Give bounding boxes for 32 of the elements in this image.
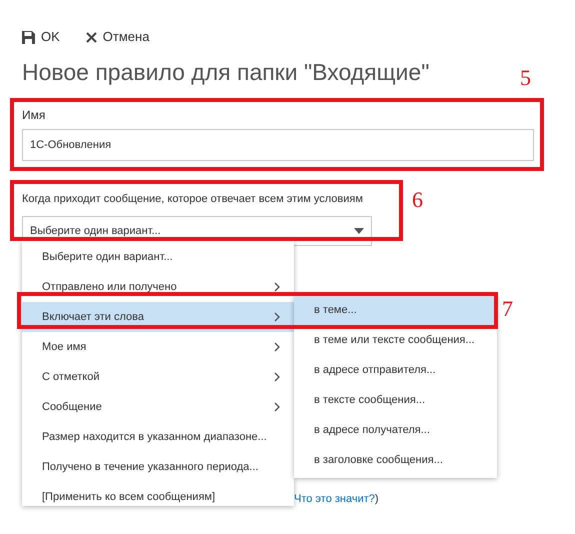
field-label: Когда приходит сообщение, которое отвечает всем этим условиям <box>22 192 363 206</box>
submenu-item[interactable]: в заголовке сообщения... <box>294 445 497 475</box>
menu-item[interactable]: Сообщение <box>22 392 294 422</box>
chevron-right-icon <box>274 402 280 412</box>
ok-button[interactable]: OK <box>22 28 60 46</box>
submenu-item[interactable]: в теме... <box>294 295 497 325</box>
cancel-button[interactable]: Отмена <box>86 28 150 46</box>
chevron-right-icon <box>274 312 280 322</box>
caret-icon <box>354 228 364 234</box>
annotation-number: 6 <box>412 188 423 212</box>
annotation-number: 7 <box>502 297 513 321</box>
chevron-right-icon <box>274 372 280 382</box>
close-icon <box>86 32 97 42</box>
save-icon <box>22 30 35 44</box>
menu-item[interactable]: Получено в течение указанного периода... <box>22 452 294 482</box>
help-link[interactable]: Что это значит? <box>294 491 375 508</box>
page-title: Новое правило для папки "Входящие" <box>22 58 430 86</box>
menu-item[interactable]: Размер находится в указанном диапазоне... <box>22 422 294 452</box>
menu-item[interactable]: Мое имя <box>22 332 294 362</box>
field-label: Имя <box>22 107 46 123</box>
chevron-right-icon <box>274 342 280 352</box>
submenu-item[interactable]: в тексте сообщения... <box>294 385 497 415</box>
chevron-right-icon <box>274 282 280 292</box>
annotation-number: 5 <box>520 66 531 90</box>
menu-item[interactable]: [Применить ко всем сообщениям] <box>22 482 294 512</box>
name-field[interactable]: 1С-Обновления <box>22 129 534 161</box>
menu-item[interactable]: Отправлено или получено <box>22 272 294 302</box>
submenu-item[interactable]: в адресе получателя... <box>294 415 497 445</box>
closing-parenthesis: ) <box>374 492 379 507</box>
submenu-item[interactable]: в адресе отправителя... <box>294 355 497 385</box>
submenu-item[interactable]: в теме или тексте сообщения... <box>294 325 497 355</box>
menu-item[interactable]: С отметкой <box>22 362 294 392</box>
